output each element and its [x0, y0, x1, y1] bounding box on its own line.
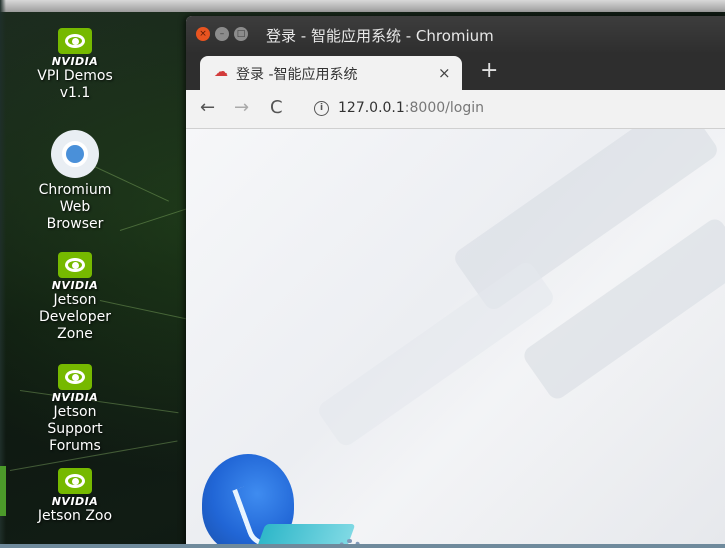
nvidia-wordmark: NVIDIA	[51, 279, 99, 292]
desktop-icon-label-line: Forums	[49, 438, 101, 454]
nvidia-eye-icon	[58, 364, 92, 390]
url-path: :8000/login	[404, 100, 484, 116]
desktop-icon-jetson-zoo[interactable]: NVIDIA Jetson Zoo	[20, 468, 130, 525]
browser-toolbar: ← → C i 127.0.0.1:8000/login	[186, 90, 725, 129]
desktop-icon-vpi-demos[interactable]: NVIDIA VPI Demos v1.1	[20, 28, 130, 102]
window-titlebar[interactable]: × – □ 登录 - 智能应用系统 - Chromium	[186, 16, 725, 54]
window-close-button[interactable]: ×	[196, 27, 210, 41]
desktop-icon-label-line: Jetson Zoo	[37, 508, 113, 524]
chromium-window: × – □ 登录 - 智能应用系统 - Chromium ☁ 登录 -智能应用系…	[186, 16, 725, 548]
background-shape	[315, 258, 557, 450]
desktop-side-tab	[0, 466, 6, 516]
tab-close-button[interactable]: ×	[438, 64, 451, 82]
desktop-icon-label-line: Support	[47, 421, 103, 437]
chromium-logo-icon	[51, 130, 99, 178]
cloud-icon: ☁	[214, 64, 228, 80]
reload-button[interactable]: C	[270, 97, 283, 118]
desktop-icon-label-line: Zone	[57, 326, 93, 342]
desktop-icon-label-line: Chromium	[38, 182, 112, 198]
desktop-icon-label-line: Browser	[46, 216, 104, 232]
screen-bottom-edge	[0, 544, 725, 548]
address-bar[interactable]: 127.0.0.1:8000/login	[338, 100, 484, 116]
desktop-icon-label-line: Jetson	[53, 292, 97, 308]
screen-top-edge	[0, 0, 725, 12]
window-maximize-button[interactable]: □	[234, 27, 248, 41]
nvidia-wordmark: NVIDIA	[51, 55, 99, 68]
page-content	[186, 129, 725, 548]
desktop-icon-chromium[interactable]: Chromium Web Browser	[20, 130, 130, 233]
desktop-icon-label-line: Web	[59, 199, 91, 215]
desktop-icon-label-line: v1.1	[59, 85, 91, 101]
window-title: 登录 - 智能应用系统 - Chromium	[266, 27, 494, 45]
tab-login[interactable]: ☁ 登录 -智能应用系统 ×	[200, 56, 462, 90]
desktop-icon-label-line: Developer	[38, 309, 111, 325]
desktop-icon-jetson-developer-zone[interactable]: NVIDIA Jetson Developer Zone	[20, 252, 130, 343]
nvidia-eye-icon	[58, 468, 92, 494]
info-icon[interactable]: i	[314, 101, 329, 116]
window-minimize-button[interactable]: –	[215, 27, 229, 41]
tab-strip: ☁ 登录 -智能应用系统 × +	[186, 54, 725, 90]
url-host: 127.0.0.1	[338, 100, 405, 116]
desktop-icon-jetson-support-forums[interactable]: NVIDIA Jetson Support Forums	[20, 364, 130, 455]
nvidia-wordmark: NVIDIA	[51, 391, 99, 404]
nvidia-eye-icon	[58, 28, 92, 54]
desktop-icon-label-line: VPI Demos	[37, 68, 113, 84]
tab-title: 登录 -智能应用系统	[236, 67, 358, 83]
nvidia-eye-icon	[58, 252, 92, 278]
forward-button[interactable]: →	[234, 97, 249, 118]
nvidia-wordmark: NVIDIA	[51, 495, 99, 508]
back-button[interactable]: ←	[200, 97, 215, 118]
desktop-icon-label-line: Jetson	[53, 404, 97, 420]
new-tab-button[interactable]: +	[480, 58, 498, 83]
